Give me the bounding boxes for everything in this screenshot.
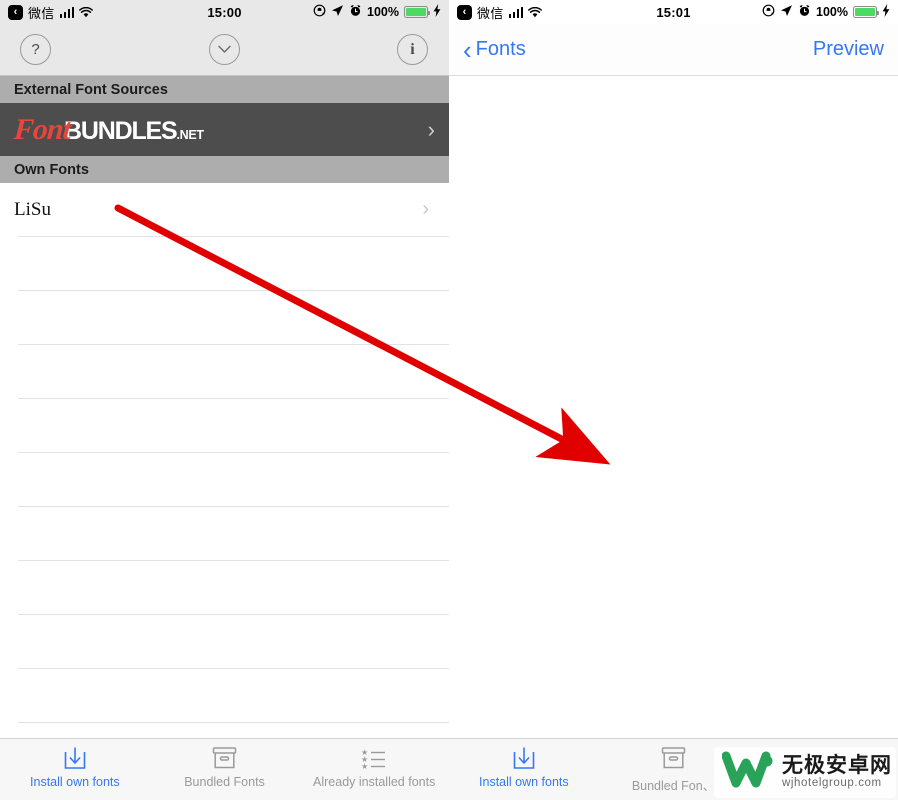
site-watermark: 无极安卓网 wjhotelgroup.com bbox=[714, 747, 896, 798]
status-right-group: 100% bbox=[313, 4, 441, 20]
tab-label: Install own fonts bbox=[30, 775, 120, 789]
left-tab-bar: Install own fonts Bundled Fonts ★ ★ ★ Alre… bbox=[0, 738, 449, 800]
right-phone-screen: ‹ 微信 15:01 100% ‹ Fonts Preview Install … bbox=[449, 0, 898, 800]
install-download-icon bbox=[62, 745, 88, 772]
left-toolbar: ? i bbox=[0, 24, 449, 76]
empty-row bbox=[0, 669, 449, 722]
fontbundles-banner-row[interactable]: Font BUNDLES .NET › bbox=[0, 103, 449, 156]
fontbundles-logo: Font BUNDLES .NET bbox=[12, 112, 204, 147]
help-label: ? bbox=[31, 41, 40, 58]
tab-label: Install own fonts bbox=[479, 775, 569, 789]
tab-install-own-fonts[interactable]: Install own fonts bbox=[0, 745, 150, 789]
svg-text:★: ★ bbox=[361, 762, 368, 771]
empty-row bbox=[0, 291, 449, 344]
location-arrow-icon bbox=[331, 4, 344, 20]
tab-label: Bundled Fon、 bbox=[631, 779, 716, 793]
left-status-bar: ‹ 微信 15:00 100% bbox=[0, 0, 449, 24]
question-mark-circle-icon[interactable]: ? bbox=[20, 34, 51, 65]
rotation-lock-icon bbox=[313, 4, 326, 20]
battery-full-icon bbox=[853, 6, 879, 18]
empty-list-rows bbox=[0, 236, 449, 776]
section-header-external: External Font Sources bbox=[0, 76, 449, 103]
font-name-label: LiSu bbox=[14, 198, 51, 220]
empty-row bbox=[0, 507, 449, 560]
tab-label: Bundled Fonts bbox=[184, 775, 265, 789]
logo-net-word: .NET bbox=[176, 127, 204, 142]
left-phone-screen: ‹ 微信 15:00 100% ? i External Font Source… bbox=[0, 0, 449, 800]
preview-button[interactable]: Preview bbox=[813, 38, 884, 61]
watermark-chinese: 无极安卓网 bbox=[782, 754, 892, 778]
tab-install-own-fonts[interactable]: Install own fonts bbox=[449, 745, 599, 789]
watermark-domain: wjhotelgroup.com bbox=[782, 777, 882, 790]
tab-label: Already installed fonts bbox=[313, 775, 436, 789]
battery-percent-label: 100% bbox=[816, 5, 848, 19]
install-download-icon bbox=[511, 745, 537, 772]
lightning-bolt-icon bbox=[433, 4, 441, 20]
back-label: Fonts bbox=[475, 38, 526, 60]
alarm-clock-icon bbox=[798, 4, 811, 20]
tab-already-installed-fonts[interactable]: ★ ★ ★ Already installed fonts bbox=[299, 745, 449, 789]
box-icon bbox=[211, 745, 238, 772]
status-right-group: 100% bbox=[762, 4, 890, 20]
font-list-item-lisu[interactable]: LiSu › bbox=[0, 183, 449, 236]
dual-screenshot-container: ‹ 微信 15:00 100% ? i External Font Source… bbox=[0, 0, 898, 800]
chevron-right-icon: › bbox=[427, 116, 435, 142]
info-circle-icon[interactable]: i bbox=[397, 34, 428, 65]
w-logo-icon bbox=[721, 750, 776, 795]
info-label: i bbox=[410, 40, 415, 58]
logo-font-word: Font bbox=[12, 112, 72, 146]
battery-full-icon bbox=[404, 6, 430, 18]
empty-row bbox=[0, 561, 449, 614]
alarm-clock-icon bbox=[349, 4, 362, 20]
empty-row bbox=[0, 399, 449, 452]
chevron-down-circle-icon[interactable] bbox=[209, 34, 240, 65]
chevron-left-icon: ‹ bbox=[463, 34, 472, 65]
location-arrow-icon bbox=[780, 4, 793, 20]
empty-row bbox=[0, 453, 449, 506]
section-header-own-fonts: Own Fonts bbox=[0, 156, 449, 183]
lightning-bolt-icon bbox=[882, 4, 890, 20]
chevron-right-icon: › bbox=[422, 198, 429, 220]
rotation-lock-icon bbox=[762, 4, 775, 20]
right-status-bar: ‹ 微信 15:01 100% bbox=[449, 0, 898, 24]
watermark-text: 无极安卓网 wjhotelgroup.com bbox=[782, 754, 892, 790]
back-to-fonts-button[interactable]: ‹ Fonts bbox=[463, 37, 526, 63]
logo-bundles-word: BUNDLES bbox=[64, 116, 178, 145]
battery-percent-label: 100% bbox=[367, 5, 399, 19]
empty-row bbox=[0, 345, 449, 398]
empty-row bbox=[0, 237, 449, 290]
starred-list-icon: ★ ★ ★ bbox=[359, 745, 389, 772]
right-nav-bar: ‹ Fonts Preview bbox=[449, 24, 898, 76]
tab-bundled-fonts[interactable]: Bundled Fonts bbox=[150, 745, 300, 789]
box-icon bbox=[660, 745, 687, 772]
empty-row bbox=[0, 615, 449, 668]
